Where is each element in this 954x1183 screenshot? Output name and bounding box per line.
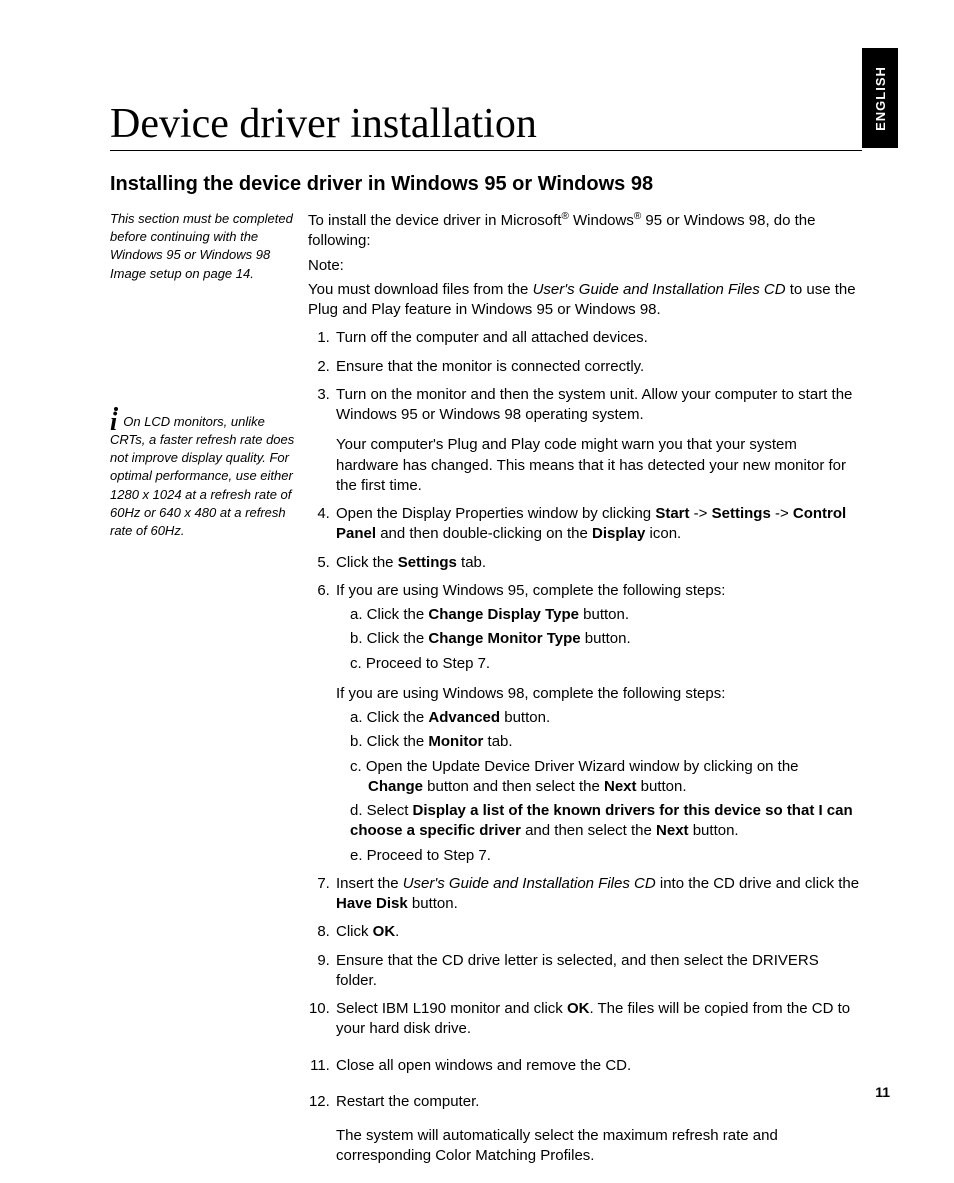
step-12-note: The system will automatically select the… <box>336 1126 862 1167</box>
page-content: Device driver installation Installing th… <box>110 100 862 1183</box>
step-6-98d: d. Select Display a list of the known dr… <box>350 801 862 842</box>
step-11: Close all open windows and remove the CD… <box>334 1056 862 1076</box>
step-10: Select IBM L190 monitor and click OK. Th… <box>334 999 862 1040</box>
step-6: If you are using Windows 95, complete th… <box>334 581 862 866</box>
step-4: Open the Display Properties window by cl… <box>334 504 862 545</box>
steps-list: Turn off the computer and all attached d… <box>308 328 862 991</box>
intro-paragraph: To install the device driver in Microsof… <box>308 210 862 252</box>
section-heading: Installing the device driver in Windows … <box>110 173 862 196</box>
step-6b: b. Click the Change Monitor Type button. <box>350 629 862 649</box>
step-9: Ensure that the CD drive letter is selec… <box>334 951 862 992</box>
language-tab: ENGLISH <box>862 48 898 148</box>
language-label: ENGLISH <box>873 66 888 131</box>
step-8: Click OK. <box>334 922 862 942</box>
main-content: To install the device driver in Microsof… <box>308 210 862 1183</box>
reg-mark: ® <box>561 211 568 222</box>
step-6a: a. Click the Change Display Type button. <box>350 605 862 625</box>
step-1: Turn off the computer and all attached d… <box>334 328 862 348</box>
side-note: This section must be completed before co… <box>110 210 298 283</box>
step-6-98a: a. Click the Advanced button. <box>350 708 862 728</box>
sidebar: This section must be completed before co… <box>110 210 298 1183</box>
step-6-98c: c. Open the Update Device Driver Wizard … <box>350 757 862 798</box>
step-6-98: If you are using Windows 98, complete th… <box>336 684 862 704</box>
step-6-98e: e. Proceed to Step 7. <box>350 846 862 866</box>
page-title: Device driver installation <box>110 100 862 151</box>
step-3-note: Your computer's Plug and Play code might… <box>336 435 862 496</box>
note-label: Note: <box>308 256 862 276</box>
step-3: Turn on the monitor and then the system … <box>334 385 862 496</box>
step-12: Restart the computer. The system will au… <box>334 1092 862 1167</box>
side-tip-text: On LCD monitors, unlike CRTs, a faster r… <box>110 414 294 538</box>
side-tip: i On LCD monitors, unlike CRTs, a faster… <box>110 413 298 540</box>
step-6-98b: b. Click the Monitor tab. <box>350 732 862 752</box>
page-number: 11 <box>875 1084 890 1100</box>
step-7: Insert the User's Guide and Installation… <box>334 874 862 915</box>
note-text: You must download files from the User's … <box>308 280 862 321</box>
step-2: Ensure that the monitor is connected cor… <box>334 357 862 377</box>
steps-list-2: Select IBM L190 monitor and click OK. Th… <box>308 999 862 1167</box>
info-icon: i <box>110 413 117 431</box>
step-6c: c. Proceed to Step 7. <box>350 654 862 674</box>
step-5: Click the Settings tab. <box>334 553 862 573</box>
